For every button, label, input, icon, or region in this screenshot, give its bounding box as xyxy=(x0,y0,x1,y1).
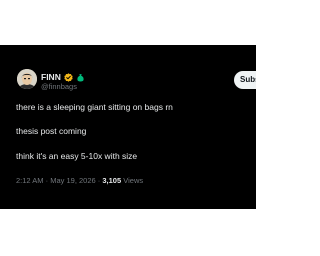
tweet-time[interactable]: 2:12 AM xyxy=(16,176,44,185)
tweet-text-line: thesis post coming xyxy=(16,126,87,136)
tweet-text-line: there is a sleeping giant sitting on bag… xyxy=(16,102,173,112)
money-bag-icon xyxy=(77,73,84,81)
tweet-date[interactable]: May 19, 2026 xyxy=(50,176,95,185)
views-label: Views xyxy=(123,176,144,185)
tweet-meta: 2:12 AM · May 19, 2026 · 3,105 Views xyxy=(16,175,143,186)
subscribe-button[interactable]: Subscribe xyxy=(234,71,256,89)
author-handle[interactable]: @finnbags xyxy=(41,82,77,92)
views-count: 3,105 xyxy=(102,176,122,185)
tweet-text-line: think it's an easy 5-10x with size xyxy=(16,151,138,161)
tweet-card: FINN @finnbags Subscribe there is a slee… xyxy=(0,45,256,209)
meta-separator: · xyxy=(45,176,49,185)
meta-separator: · xyxy=(97,176,101,185)
verified-badge-icon xyxy=(64,72,73,82)
avatar[interactable] xyxy=(17,69,37,89)
avatar-portrait-icon xyxy=(17,69,37,89)
